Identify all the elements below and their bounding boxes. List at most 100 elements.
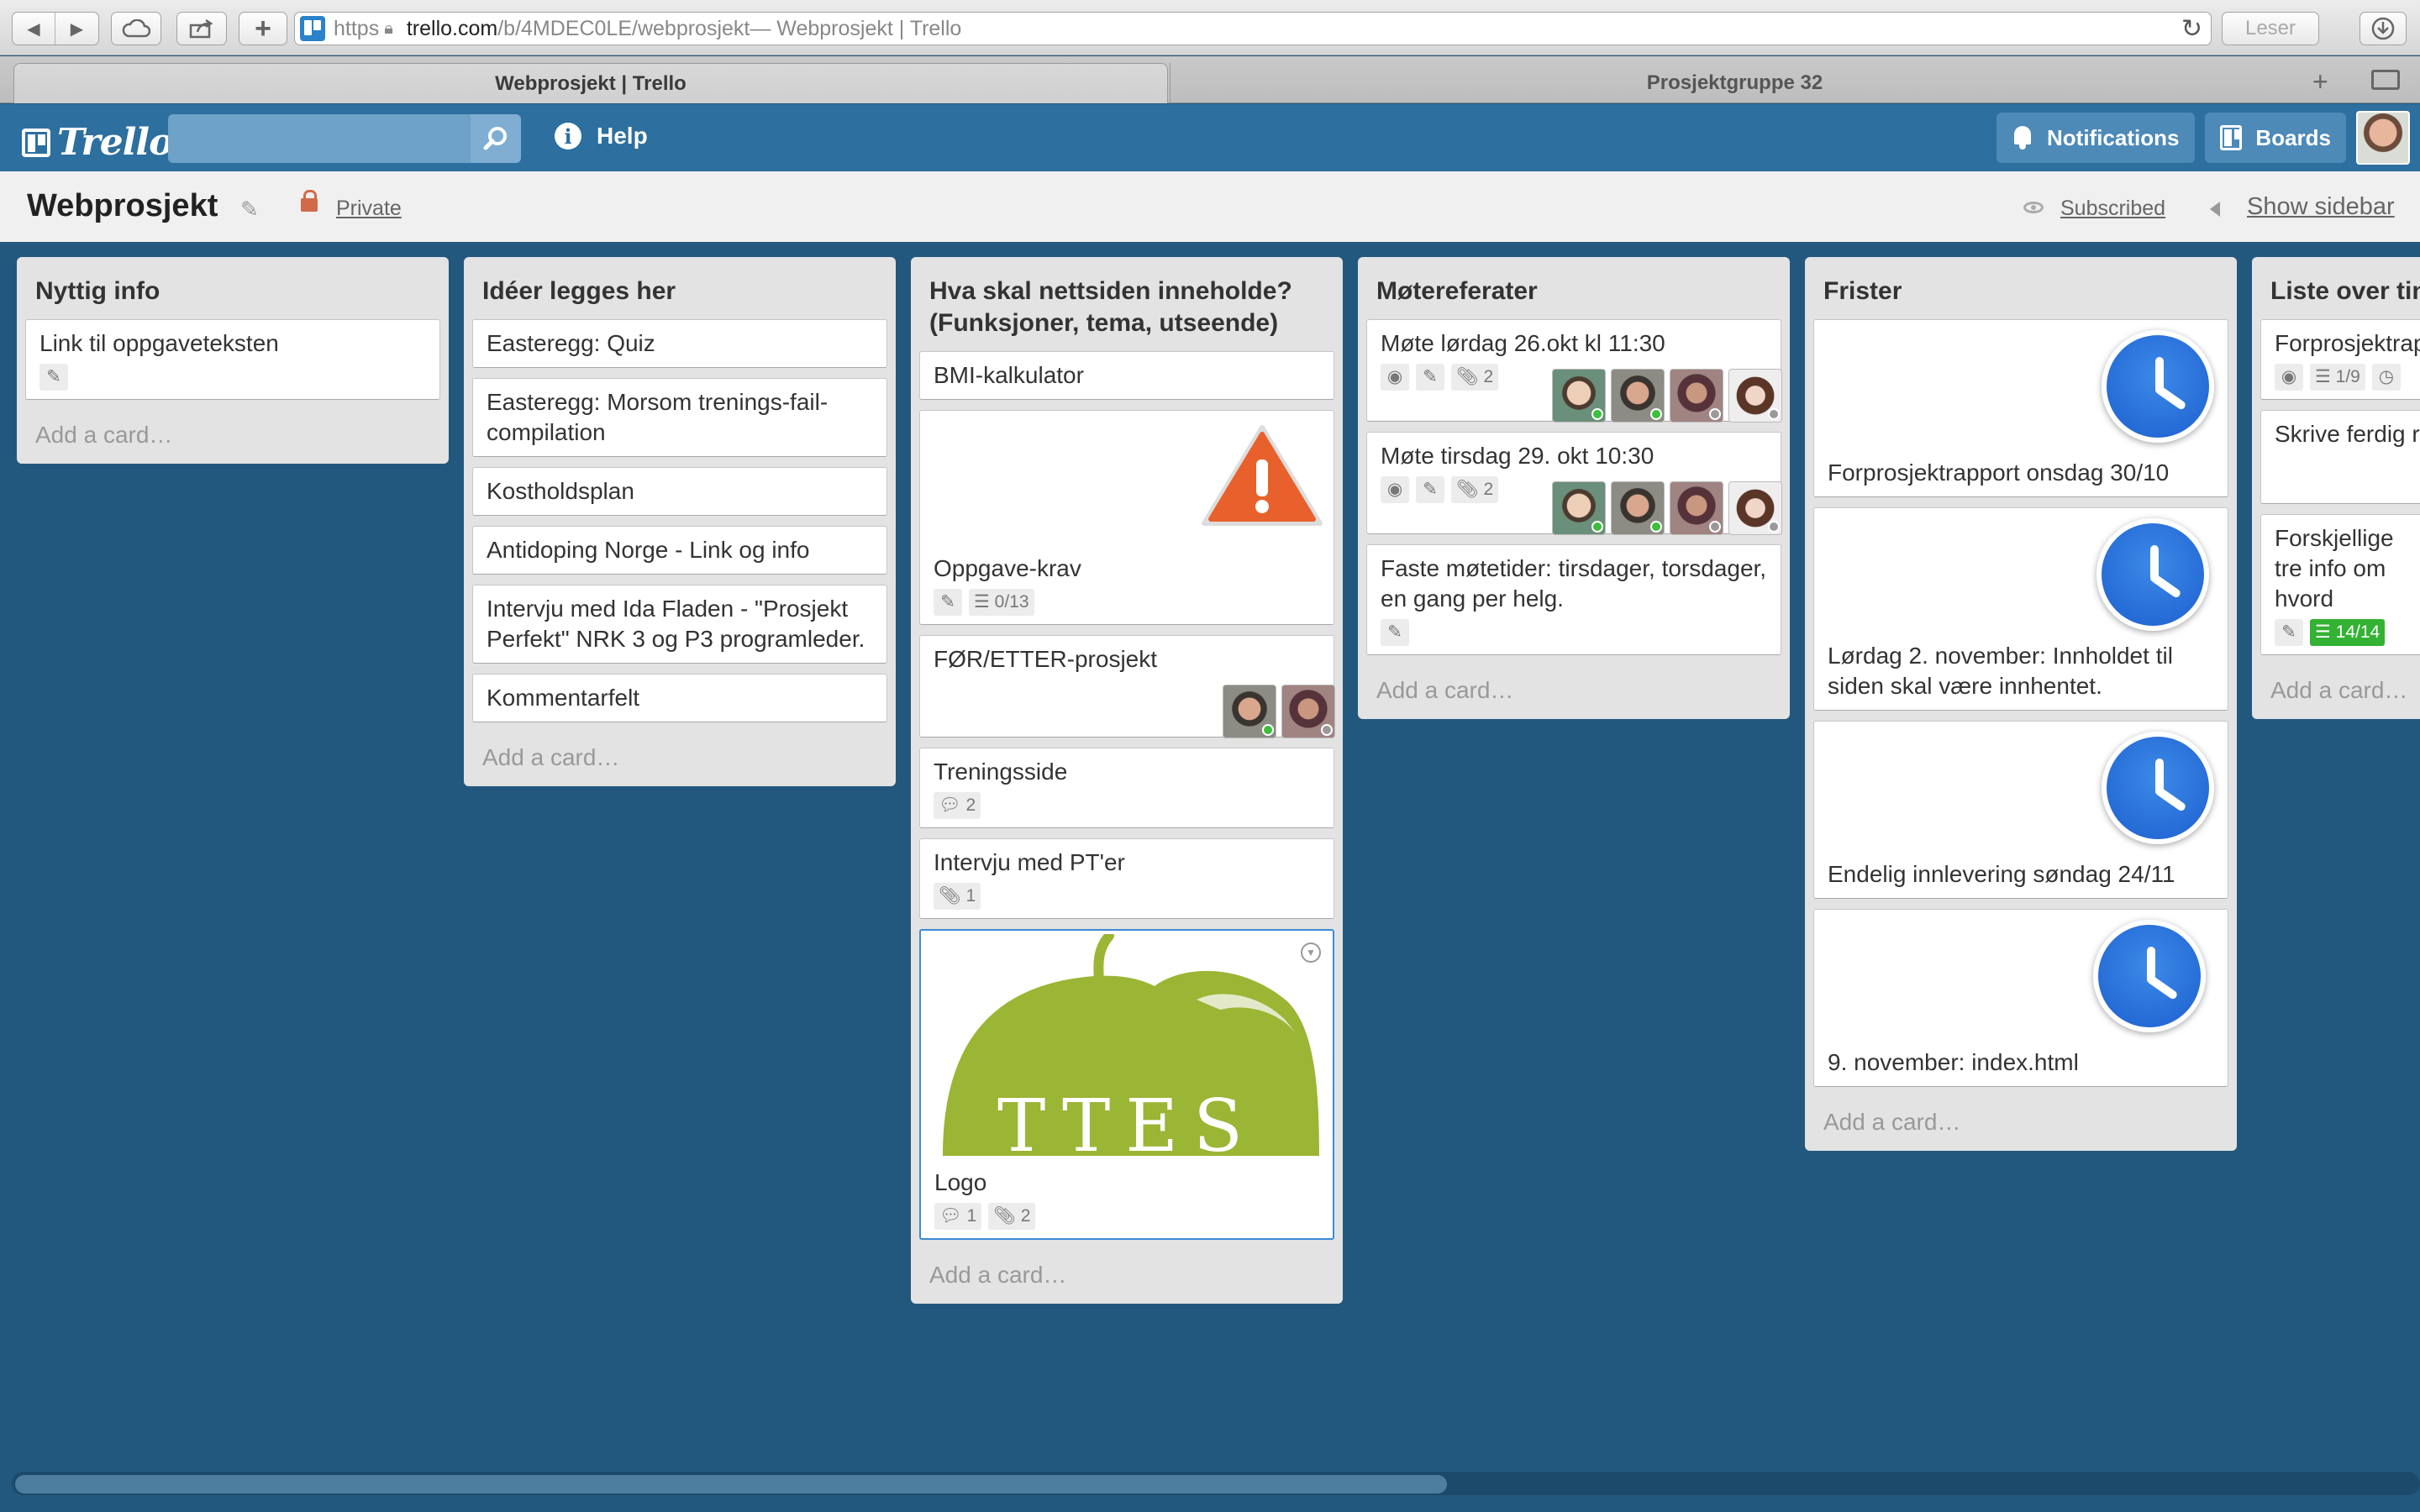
forward-button[interactable]: ▶ (55, 13, 98, 45)
card[interactable]: Kommentarfelt (472, 674, 887, 722)
address-bar[interactable]: https 🔒︎ trello.com /b/4MDEC0LE/webprosj… (294, 12, 2212, 45)
member-avatar[interactable] (1281, 685, 1335, 738)
icloud-tabs-button[interactable] (111, 12, 161, 45)
card[interactable]: Skrive ferdig r (2260, 410, 2420, 504)
share-button[interactable] (176, 12, 227, 45)
notifications-button[interactable]: Notifications (1996, 113, 2195, 163)
card-title: Intervju med PT'er (934, 849, 1125, 875)
card[interactable]: Easteregg: Quiz (472, 319, 887, 368)
downloads-button[interactable] (2360, 12, 2407, 45)
list-title[interactable]: Møtereferater (1366, 269, 1781, 312)
card-title: Antidoping Norge - Link og info (487, 537, 810, 563)
list-ideer: Idéer legges her Easteregg: Quiz Eastere… (464, 257, 896, 786)
pencil-icon[interactable]: ✎ (240, 197, 259, 223)
card[interactable]: Intervju med PT'er 📎︎ 1 (919, 838, 1334, 919)
list-title[interactable]: Frister (1813, 269, 2228, 312)
member-avatar[interactable] (1611, 369, 1665, 423)
pencil-icon: ✎ (1381, 619, 1409, 646)
add-card-link[interactable]: Add a card… (919, 1250, 1334, 1294)
card[interactable]: Kostholdsplan (472, 467, 887, 516)
attachments-badge: 📎︎ 2 (1451, 476, 1499, 503)
card[interactable]: Easteregg: Morsom trenings-fail-compilat… (472, 378, 887, 457)
card[interactable]: Oppgave-krav ✎ ☰ 0/13 (919, 410, 1334, 625)
list-title[interactable]: Nyttig info (25, 269, 440, 312)
tab-webprosjekt[interactable]: Webprosjekt | Trello (13, 63, 1168, 103)
card[interactable]: BMI-kalkulator (919, 351, 1334, 400)
add-card-link[interactable]: Add a card… (472, 732, 887, 776)
member-avatar[interactable] (1728, 481, 1782, 535)
card[interactable]: Antidoping Norge - Link og info (472, 526, 887, 575)
add-card-link[interactable]: Add a card… (1813, 1097, 2228, 1141)
search-button[interactable] (471, 114, 521, 163)
clock-icon (2102, 330, 2214, 443)
add-tab-icon[interactable]: + (2312, 66, 2328, 97)
visibility-link[interactable]: Private (336, 197, 402, 221)
card[interactable]: Intervju med Ida Fladen - "Prosjekt Perf… (472, 585, 887, 664)
card[interactable]: Endelig innlevering søndag 24/11 (1813, 721, 2228, 899)
card[interactable]: FØR/ETTER-prosjekt (919, 635, 1335, 738)
member-avatar[interactable] (1552, 481, 1606, 535)
card-title: Intervju med Ida Fladen - "Prosjekt Perf… (487, 596, 865, 652)
search-input[interactable] (168, 114, 471, 163)
card[interactable]: Forprosjektrapport onsdag 30/10 (1813, 319, 2228, 497)
boards-button[interactable]: Boards (2205, 113, 2346, 163)
member-avatar[interactable] (1670, 369, 1723, 423)
card[interactable]: Link til oppgaveteksten ✎ (25, 319, 440, 400)
card-title: Endelig innlevering søndag 24/11 (1828, 861, 2175, 887)
add-card-link[interactable]: Add a card… (2260, 665, 2412, 709)
user-avatar[interactable] (2356, 111, 2410, 165)
add-card-link[interactable]: Add a card… (1366, 665, 1781, 709)
new-tab-button[interactable]: + (239, 12, 287, 45)
card[interactable]: Forskjellige tre info om hvord ✎ ☰ 14/14 (2260, 514, 2420, 655)
help-link[interactable]: i Help (555, 123, 648, 150)
card[interactable]: 9. november: index.html (1813, 909, 2228, 1087)
trello-logo[interactable]: Trello (22, 121, 173, 164)
back-button[interactable]: ◀ (13, 13, 55, 45)
card[interactable]: Møte lørdag 26.okt kl 11:30 ◉ ✎ 📎︎ 2 (1366, 319, 1782, 423)
card-logo[interactable]: ▼ TTES Logo 💬︎ 1 📎︎ 2 (919, 929, 1334, 1240)
share-icon (189, 18, 213, 39)
member-avatar[interactable] (1223, 685, 1276, 738)
card[interactable]: Møte tirsdag 29. okt 10:30 ◉ ✎ 📎︎ 2 (1366, 432, 1782, 535)
checklist-icon: ☰ (2315, 367, 2336, 386)
list-motereferater: Møtereferater Møte lørdag 26.okt kl 11:3… (1358, 257, 1790, 719)
scrollbar-thumb[interactable] (15, 1475, 1447, 1494)
download-icon (2371, 17, 2395, 40)
clock-icon (2093, 920, 2206, 1032)
list-title[interactable]: Liste over tin (2260, 269, 2420, 312)
card[interactable]: Treningsside 💬︎ 2 (919, 748, 1334, 828)
lock-icon: 🔒︎ (384, 18, 393, 38)
comment-count: 2 (965, 795, 976, 815)
card-menu-icon[interactable]: ▼ (1301, 942, 1321, 963)
member-avatar[interactable] (1670, 481, 1723, 535)
card-title: Kommentarfelt (487, 685, 640, 711)
back-forward-buttons[interactable]: ◀ ▶ (12, 12, 99, 45)
add-card-link[interactable]: Add a card… (25, 410, 440, 454)
logo-text: Trello (57, 121, 173, 164)
browser-toolbar: ◀ ▶ + https 🔒︎ trello.com /b/4MDEC0LE/we… (0, 0, 2420, 55)
card[interactable]: Forprosjektrap ◉ ☰ 1/9 ◷ (2260, 319, 2420, 400)
tab-prosjektgruppe[interactable]: Prosjektgruppe 32 (1170, 63, 2299, 103)
card[interactable]: Faste møtetider: tirsdager, torsdager, e… (1366, 544, 1781, 655)
boards-label: Boards (2255, 124, 2331, 150)
list-title[interactable]: Idéer legges her (472, 269, 887, 312)
pencil-icon: ✎ (1416, 476, 1444, 503)
reader-button[interactable]: Leser (2222, 12, 2319, 45)
checklist-count: 1/9 (2335, 367, 2360, 386)
member-avatar[interactable] (1552, 369, 1606, 423)
card[interactable]: Lørdag 2. november: Innholdet til siden … (1813, 507, 2228, 711)
reload-icon[interactable]: ↻ (2181, 14, 2202, 44)
eye-icon: ◉ (2275, 364, 2303, 391)
member-avatar[interactable] (1728, 369, 1782, 423)
show-sidebar-link[interactable]: Show sidebar (2247, 193, 2395, 221)
attachments-badge: 📎︎ 2 (988, 1203, 1036, 1230)
card-title: Forskjellige tre info om hvord (2275, 525, 2394, 612)
subscribed-link[interactable]: Subscribed (2060, 197, 2165, 221)
list-title[interactable]: Hva skal nettsiden inneholde? (Funksjone… (919, 269, 1334, 344)
board-title[interactable]: Webprosjekt (27, 188, 218, 224)
comment-icon: 💬︎ (939, 795, 966, 815)
boards-icon (2220, 125, 2243, 150)
member-avatar[interactable] (1611, 481, 1665, 535)
bell-icon (2012, 126, 2033, 150)
tab-overview-icon[interactable] (2371, 70, 2400, 90)
